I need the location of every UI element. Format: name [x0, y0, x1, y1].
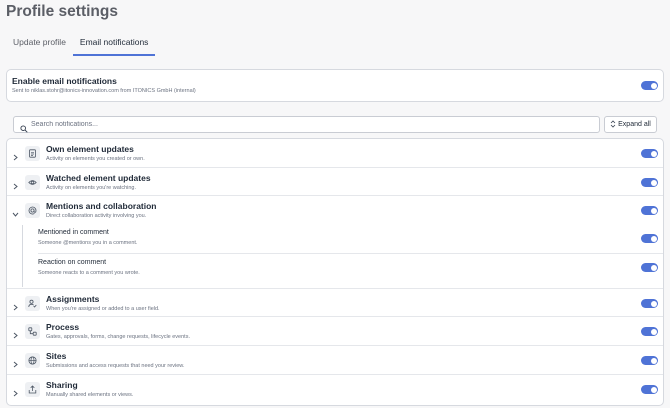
category-row-process[interactable]: Process Gates, approvals, forms, change …: [7, 316, 663, 346]
share-icon: [25, 382, 40, 397]
search-box: [13, 116, 600, 133]
sub-item-toggle[interactable]: [641, 234, 658, 243]
tab-update-profile[interactable]: Update profile: [6, 33, 73, 54]
chevron-right-icon[interactable]: [11, 299, 20, 311]
sub-item-title: Mentioned in comment: [38, 229, 109, 236]
category-toggle[interactable]: [641, 149, 658, 158]
category-title: Mentions and collaboration: [46, 201, 157, 211]
category-toggle[interactable]: [641, 327, 658, 336]
search-icon: [20, 120, 28, 138]
category-toggle[interactable]: [641, 178, 658, 187]
enable-email-title: Enable email notifications: [12, 76, 117, 86]
sub-item-toggle[interactable]: [641, 263, 658, 272]
document-icon: [25, 146, 40, 161]
category-subtitle: Direct collaboration activity involving …: [46, 213, 147, 219]
category-title: Sites: [46, 351, 67, 361]
enable-email-subtitle: Sent to niklas.stohr@itonics-innovation.…: [12, 88, 196, 94]
at-sign-icon: [25, 203, 40, 218]
category-title: Sharing: [46, 380, 78, 390]
tab-email-notifications[interactable]: Email notifications: [72, 33, 156, 56]
category-row-own-element-updates[interactable]: Own element updates Activity on elements…: [7, 139, 663, 167]
chevrons-up-down-icon: [610, 119, 616, 130]
category-subtitle: Activity on elements you created or own.: [46, 156, 145, 162]
notification-list: Own element updates Activity on elements…: [6, 138, 664, 406]
user-check-icon: [25, 296, 40, 311]
expand-all-label: Expand all: [618, 121, 651, 128]
eye-icon: [25, 175, 40, 190]
enable-email-toggle[interactable]: [641, 81, 658, 90]
sub-items: Mentioned in comment Someone @mentions y…: [22, 225, 663, 287]
category-row-assignments[interactable]: Assignments When you're assigned or adde…: [7, 288, 663, 317]
enable-email-card: Enable email notifications Sent to nikla…: [6, 69, 664, 102]
divider: [38, 253, 663, 254]
category-toggle[interactable]: [641, 385, 658, 394]
category-toggle[interactable]: [641, 356, 658, 365]
category-subtitle: When you're assigned or added to a user …: [46, 306, 160, 312]
chevron-right-icon[interactable]: [11, 356, 20, 368]
tab-bar: Update profile Email notifications: [6, 33, 156, 56]
category-subtitle: Manually shared elements or views.: [46, 392, 134, 398]
category-toggle[interactable]: [641, 206, 658, 215]
chevron-right-icon[interactable]: [11, 178, 20, 190]
category-subtitle: Activity on elements you're watching.: [46, 185, 137, 191]
category-title: Process: [46, 322, 80, 332]
expand-all-button[interactable]: Expand all: [604, 116, 657, 133]
category-row-sharing[interactable]: Sharing Manually shared elements or view…: [7, 374, 663, 405]
chevron-down-icon[interactable]: [11, 206, 20, 217]
search-input[interactable]: [31, 118, 591, 130]
chevron-right-icon[interactable]: [11, 327, 20, 339]
chevron-right-icon[interactable]: [11, 385, 20, 397]
globe-icon: [25, 353, 40, 368]
workflow-icon: [25, 324, 40, 339]
category-row-mentions-and-collaboration[interactable]: Mentions and collaboration Direct collab…: [7, 195, 663, 289]
sub-item-subtitle: Someone reacts to a comment you wrote.: [38, 270, 140, 276]
page-title: Profile settings: [6, 3, 118, 20]
category-title: Watched element updates: [46, 173, 151, 183]
chevron-right-icon[interactable]: [11, 149, 20, 161]
sub-item-title: Reaction on comment: [38, 259, 107, 266]
category-subtitle: Submissions and access requests that nee…: [46, 363, 185, 369]
category-subtitle: Gates, approvals, forms, change requests…: [46, 334, 190, 340]
category-row-watched-element-updates[interactable]: Watched element updates Activity on elem…: [7, 167, 663, 196]
category-title: Own element updates: [46, 144, 134, 154]
category-toggle[interactable]: [641, 299, 658, 308]
sub-item-subtitle: Someone @mentions you in a comment.: [38, 240, 138, 246]
category-title: Assignments: [46, 294, 100, 304]
category-row-sites[interactable]: Sites Submissions and access requests th…: [7, 345, 663, 375]
